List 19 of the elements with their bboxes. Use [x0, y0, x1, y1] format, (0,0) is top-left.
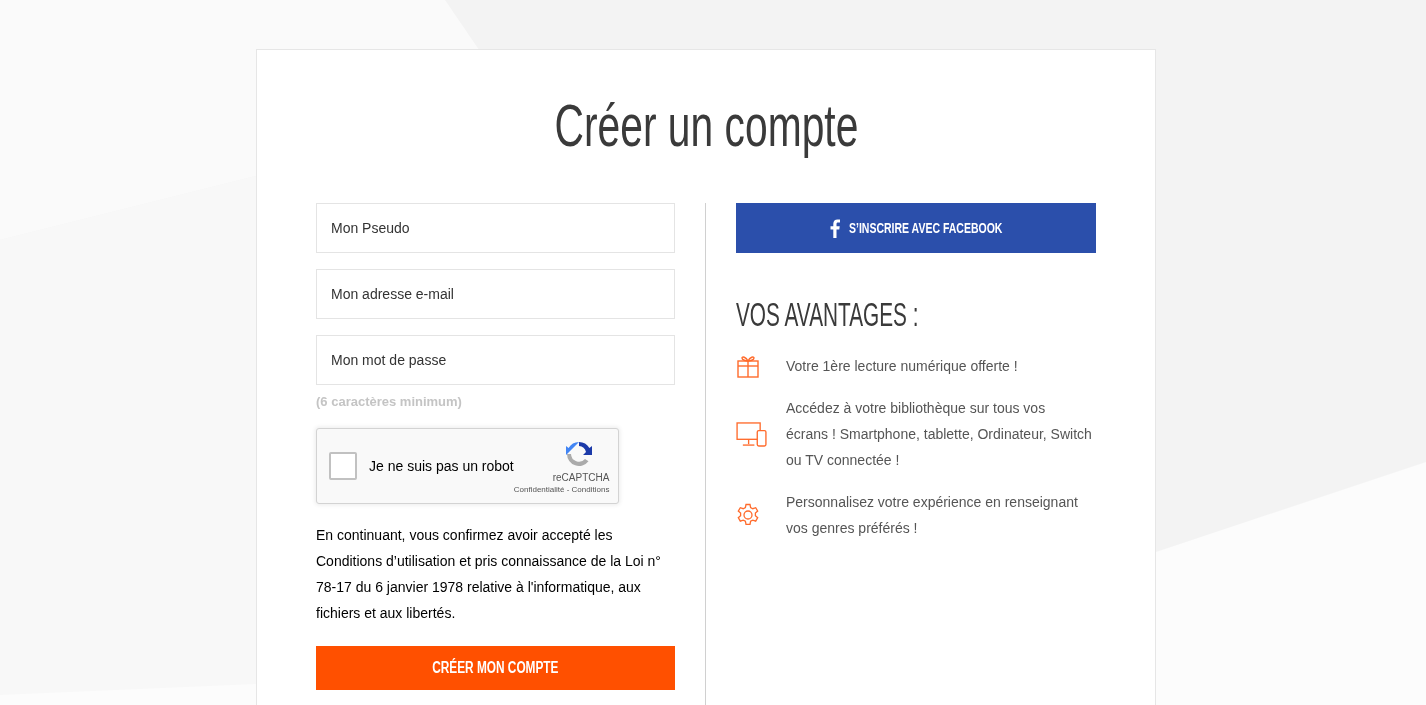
captcha-checkbox[interactable] — [329, 452, 357, 480]
input-field[interactable]: Mon adresse e-mail — [316, 269, 675, 319]
facebook-icon — [829, 218, 840, 238]
captcha-brand: reCAPTCHA — [552, 472, 610, 484]
legal-text: En continuant, vous confirmez avoir accepté les Conditions d’utilisation et pris connaissance de la Loi n° 78-17 du 6 janvier 1978 relative à l'informatique, aux fichiers et aux libertés. — [316, 526, 662, 623]
advantage-text: Votre 1ère lecture numérique offerte ! — [786, 357, 1018, 376]
password-hint: (6 caractères minimum) — [316, 394, 462, 410]
page-title: Créer un compte — [554, 94, 858, 158]
captcha-links[interactable]: Confidentialité - Conditions — [513, 485, 610, 495]
advantage-text: Personnalisez votre expérience en renseignant vos genres préférés ! — [786, 493, 1079, 538]
advantages-heading: VOS AVANTAGES : — [736, 295, 919, 335]
gear-icon — [736, 503, 760, 527]
devices-icon — [736, 421, 767, 447]
input-field[interactable]: Mon mot de passe — [316, 335, 675, 385]
input-field[interactable]: Mon Pseudo — [316, 203, 675, 253]
gift-icon — [736, 354, 760, 378]
captcha-label: Je ne suis pas un robot — [369, 456, 514, 476]
advantage-text: Accédez à votre bibliothèque sur tous vos écrans ! Smartphone, tablette, Ordinateur, Switch ou TV connectée ! — [786, 399, 1093, 470]
facebook-signup-button[interactable]: S’INSCRIRE AVEC FACEBOOK — [736, 203, 1096, 253]
